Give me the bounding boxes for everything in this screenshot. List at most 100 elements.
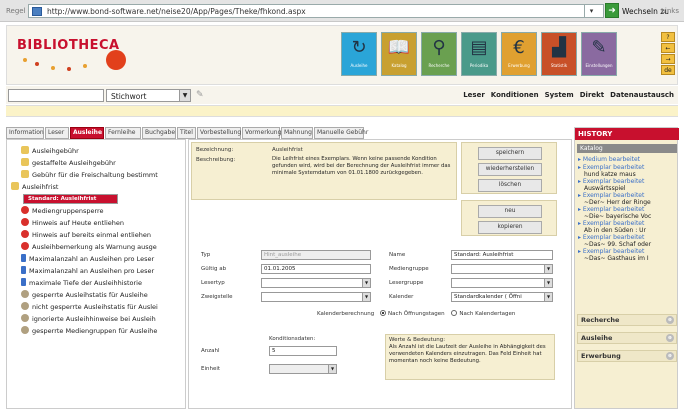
tree-item[interactable]: gestaffelte Ausleihgebühr [7,158,187,168]
history-item[interactable]: ▸ Exemplar bearbeitet ~Das~ 99. Schaf ode… [578,234,670,248]
help-nav-button[interactable]: ? [661,32,675,42]
tab-manuelle-gebühr[interactable]: Manuelle Gebühr [314,127,368,139]
tree-item[interactable]: ignorierte Ausleihhinweise bei Ausleih [7,314,187,324]
tree-item[interactable]: nicht gesperrte Ausleihstatis für Auslei [7,302,187,312]
tree-item[interactable]: Ausleihfrist [7,182,187,192]
history-item[interactable]: ▸ Medium bearbeitet [578,156,670,163]
stop-icon [21,218,29,226]
tree-item-label: gestaffelte Ausleihgebühr [32,159,116,167]
url-input[interactable]: http://www.bond-software.net/neise20/App… [28,4,604,18]
chevron-down-icon[interactable]: ▼ [362,279,370,287]
chevron-down-icon[interactable]: ▼ [544,279,552,287]
chevron-down-icon[interactable]: ▼ [328,365,336,373]
euro-icon[interactable]: € Erwerbung [501,32,537,76]
radio-calendar-days[interactable] [451,310,458,316]
history-item[interactable]: ▸ Exemplar bearbeitet hund katze maus [578,164,670,178]
save-button[interactable]: speichern [478,147,542,160]
chevron-down-icon[interactable]: ▾ [584,4,598,18]
reader-type-select[interactable]: ▼ [261,278,371,288]
history-item-action: ▸ Medium bearbeitet [578,156,641,163]
tab-vormerkung[interactable]: Vormerkung [242,127,281,139]
chevron-down-icon[interactable]: ▼ [179,90,190,101]
history-item-title: Auswärtsspiel [584,185,626,192]
history-section-erwerbung[interactable]: Erwerbung ⊕ [577,350,677,362]
expand-icon[interactable]: ⊕ [666,352,674,360]
radio-opening-days[interactable] [380,310,387,316]
radio-opening-days-label[interactable]: Nach Öffnungstagen [388,311,445,317]
name-field[interactable]: Standard: Ausleihfrist [451,250,553,260]
help-nav-button[interactable]: → [661,54,675,64]
unit-select[interactable]: ▼ [269,364,337,374]
search-input[interactable] [8,89,104,102]
tab-information[interactable]: Information [6,127,44,139]
history-item[interactable]: ▸ Exemplar bearbeitet Auswärtsspiel [578,178,670,192]
tab-mahnung[interactable]: Mahnung [281,127,313,139]
tab-leser[interactable]: Leser [45,127,69,139]
menu-item-leser[interactable]: Leser [463,91,485,99]
tree-item[interactable]: Maximalanzahl an Ausleihen pro Leser [7,266,187,276]
newspaper-icon[interactable]: ▤ Periodika [461,32,497,76]
menu-item-konditionen[interactable]: Konditionen [491,91,539,99]
go-arrow-icon[interactable]: ➜ [605,3,619,18]
tab-vorbestellung[interactable]: Vorbestellung [197,127,241,139]
tree-item[interactable]: Ausleihgebühr [7,146,187,156]
menu-item-direkt[interactable]: Direkt [580,91,604,99]
copy-button[interactable]: kopieren [478,221,542,234]
chevron-down-icon[interactable]: ▼ [362,293,370,301]
bezeichnung-value: Ausleihfrist [272,147,303,153]
expand-icon[interactable]: ⊕ [666,316,674,324]
branch-select[interactable]: ▼ [261,292,371,302]
tab-ausleihe[interactable]: Ausleihe [70,127,104,139]
tree-item[interactable]: Maximalanzahl an Ausleihen pro Leser [7,254,187,264]
search-field-select[interactable]: Stichwort ▼ [106,89,191,102]
restore-button[interactable]: wiederherstellen [478,163,542,176]
new-button[interactable]: neu [478,205,542,218]
tree-item[interactable]: gesperrte Mediengruppen für Ausleihe [7,326,187,336]
beschreibung-value: Die Leihfrist eines Exemplars. Wenn kein… [272,156,451,176]
chart-icon[interactable]: ▟ Statistik [541,32,577,76]
history-category[interactable]: Katalog [577,144,677,153]
stop-icon [21,242,29,250]
reader-group-select[interactable]: ▼ [451,278,553,288]
tab-buchgabe[interactable]: Buchgabe [142,127,176,139]
count-field[interactable]: 5 [269,346,337,356]
tree-item[interactable]: Mediengruppensperre [7,206,187,216]
book-icon[interactable]: 📖 Katalog [381,32,417,76]
tree-item[interactable]: Standard: Ausleihfrist [23,194,118,204]
menu-item-datenaustausch[interactable]: Datenaustausch [610,91,674,99]
tree-item[interactable]: gesperrte Ausleihstatis für Ausleihe [7,290,187,300]
media-group-select[interactable]: ▼ [451,264,553,274]
tree-item[interactable]: Gebühr für die Freischaltung bestimmt [7,170,187,180]
tree-item[interactable]: Hinweis auf bereits einmal entliehen [7,230,187,240]
pen-icon[interactable]: ✎ [196,90,204,100]
valid-from-field[interactable]: 01.01.2005 [261,264,371,274]
help-nav-button[interactable]: ← [661,43,675,53]
tab-fernleihe[interactable]: Fernleihe [105,127,141,139]
help-nav-button[interactable]: de [661,65,675,75]
delete-button[interactable]: löschen [478,179,542,192]
logo-ball-icon [106,50,126,70]
tab-titel[interactable]: Titel [177,127,196,139]
menu-item-system[interactable]: System [545,91,574,99]
history-section-ausleihe[interactable]: Ausleihe ⊕ [577,332,677,344]
history-section-recherche[interactable]: Recherche ⊕ [577,314,677,326]
typ-label: Typ [201,252,211,258]
calendar-select[interactable]: Standardkalender ( Öffni ▼ [451,292,553,302]
chevron-down-icon[interactable]: ▼ [544,293,552,301]
search-icon[interactable]: ⚲ Recherche [421,32,457,76]
tree-item[interactable]: maximale Tiefe der Ausleihhistorie [7,278,187,288]
info-icon [21,254,26,262]
tree-item[interactable]: Hinweis auf Heute entliehen [7,218,187,228]
history-item[interactable]: ▸ Exemplar bearbeitet ~Der~ Herr der Ring… [578,192,670,206]
wrench-icon[interactable]: ✎ Einstellungen [581,32,617,76]
tree-item[interactable]: Ausleihbemerkung als Warnung ausge [7,242,187,252]
einheit-label: Einheit [201,366,221,372]
history-item[interactable]: ▸ Exemplar bearbeitet ~Die~ bayerische Vo… [578,206,670,220]
chevron-down-icon[interactable]: ▼ [544,265,552,273]
refresh-icon[interactable]: ↻ Ausleihe [341,32,377,76]
history-item[interactable]: ▸ Exemplar bearbeitet ~Das~ Gasthaus im I [578,248,670,262]
radio-calendar-days-label[interactable]: Nach Kalendertagen [459,311,515,317]
links-label[interactable]: Links [661,7,679,15]
expand-icon[interactable]: ⊕ [666,334,674,342]
history-item[interactable]: ▸ Exemplar bearbeitet Ab in den Süden : U… [578,220,670,234]
